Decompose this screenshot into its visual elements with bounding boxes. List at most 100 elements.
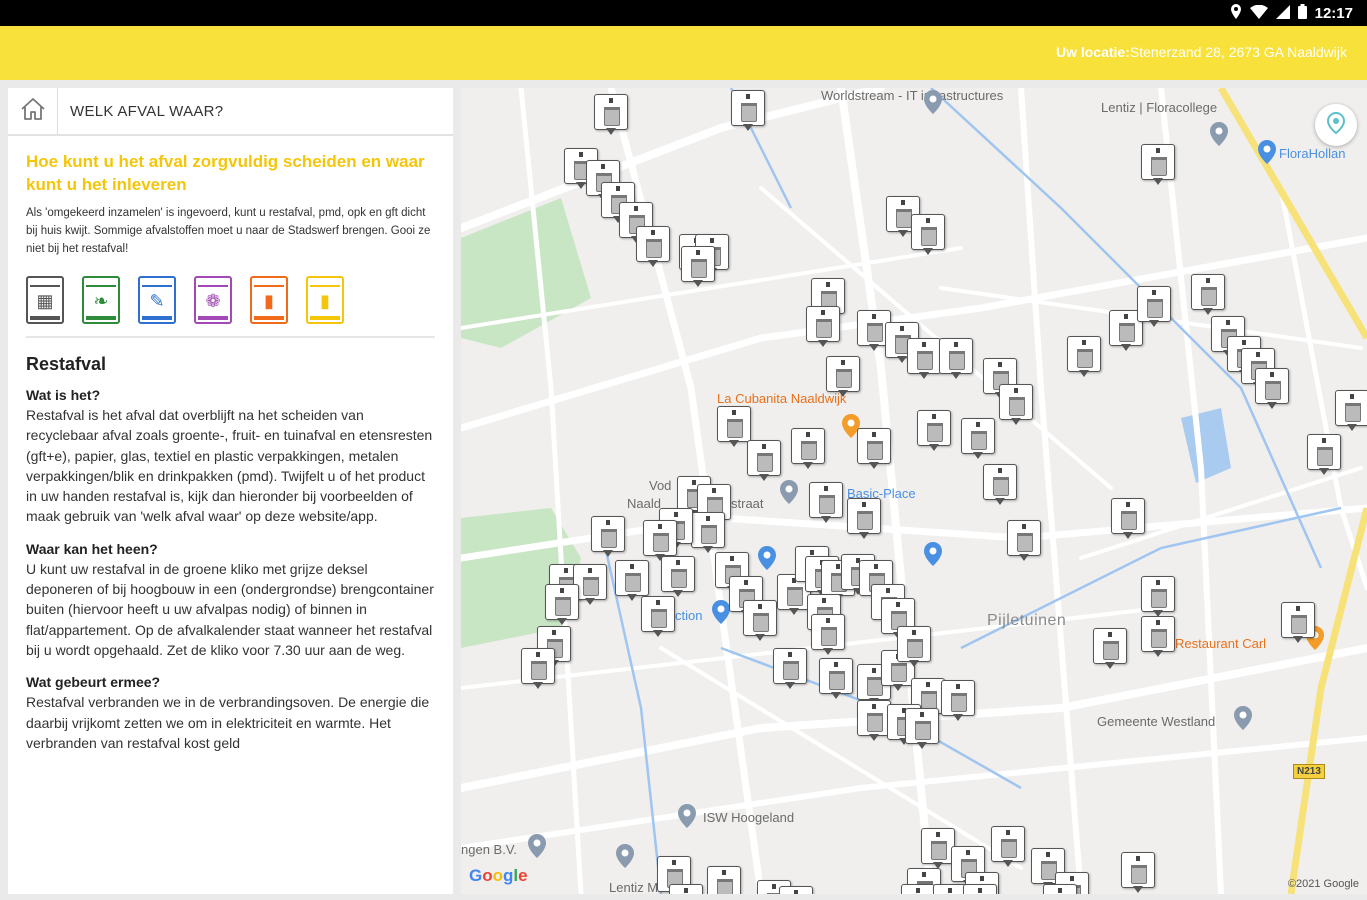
waste-bin-icon: [717, 406, 751, 442]
container-marker[interactable]: [939, 338, 973, 380]
school-pin-icon[interactable]: [677, 804, 697, 833]
shop-pin-icon[interactable]: [923, 542, 943, 571]
textile-bin-icon: ❁: [205, 291, 221, 311]
shop-pin-icon[interactable]: [757, 546, 777, 575]
school-pin-icon[interactable]: [1209, 122, 1229, 151]
shop-pin-icon[interactable]: [1257, 140, 1277, 169]
google-logo: Google: [469, 866, 528, 885]
container-marker[interactable]: [717, 406, 751, 448]
container-marker[interactable]: [999, 384, 1033, 426]
container-marker[interactable]: [811, 614, 845, 656]
map-view[interactable]: Worldstream - IT infrastructures Lentiz …: [461, 88, 1367, 894]
container-marker[interactable]: [747, 440, 781, 482]
crosshair-icon: [1325, 111, 1347, 140]
container-marker[interactable]: [1137, 286, 1171, 328]
location-pin-icon[interactable]: [615, 844, 635, 873]
container-marker[interactable]: [983, 464, 1017, 506]
container-marker[interactable]: [847, 498, 881, 540]
container-marker[interactable]: [636, 226, 670, 268]
container-marker[interactable]: [1307, 434, 1341, 476]
container-marker[interactable]: [521, 648, 555, 690]
container-marker[interactable]: [1255, 368, 1289, 410]
container-marker[interactable]: [779, 886, 813, 894]
my-location-button[interactable]: [1315, 104, 1357, 146]
location-pin-icon[interactable]: [527, 834, 547, 863]
container-marker[interactable]: [641, 596, 675, 638]
waste-category-glas[interactable]: ▮: [306, 276, 344, 324]
container-marker[interactable]: [907, 338, 941, 380]
container-marker[interactable]: [809, 482, 843, 524]
container-marker[interactable]: [1141, 144, 1175, 186]
map-label-ingen: ngen B.V.: [461, 842, 517, 857]
question-where: Waar kan het heen?: [26, 540, 158, 557]
home-button[interactable]: [8, 88, 58, 134]
container-marker[interactable]: [857, 428, 891, 470]
container-marker[interactable]: [681, 246, 715, 288]
container-marker[interactable]: [933, 884, 967, 894]
waste-bin-icon: [897, 626, 931, 662]
container-marker[interactable]: [857, 700, 891, 742]
waste-bin-icon: [1307, 434, 1341, 470]
container-marker[interactable]: [826, 356, 860, 398]
container-marker[interactable]: [897, 626, 931, 668]
waste-bin-icon: [991, 826, 1025, 862]
container-marker[interactable]: [1281, 602, 1315, 644]
status-bar: 12:17: [0, 0, 1367, 26]
location-value: Stenerzand 28, 2673 GA Naaldwijk: [1129, 44, 1347, 60]
waste-bin-icon: [643, 520, 677, 556]
container-marker[interactable]: [1141, 616, 1175, 658]
container-marker[interactable]: [594, 94, 628, 136]
container-marker[interactable]: [1191, 274, 1225, 316]
container-marker[interactable]: [806, 306, 840, 348]
government-pin-icon[interactable]: [1233, 706, 1253, 735]
container-marker[interactable]: [911, 214, 945, 256]
container-marker[interactable]: [791, 428, 825, 470]
waste-category-gft[interactable]: ❧: [82, 276, 120, 324]
glass-bin-icon: ▮: [320, 291, 330, 311]
waste-bin-icon: [961, 418, 995, 454]
container-marker[interactable]: [1067, 336, 1101, 378]
container-marker[interactable]: [731, 90, 765, 132]
shop-pin-icon[interactable]: [711, 600, 731, 629]
map-label-action: ction: [675, 608, 703, 623]
container-marker[interactable]: [691, 512, 725, 554]
container-marker[interactable]: [1111, 498, 1145, 540]
container-marker[interactable]: [917, 410, 951, 452]
container-marker[interactable]: [819, 658, 853, 700]
container-marker[interactable]: [1093, 628, 1127, 670]
container-marker[interactable]: [591, 516, 625, 558]
container-marker[interactable]: [1121, 852, 1155, 894]
container-marker[interactable]: [921, 828, 955, 870]
waste-category-papier[interactable]: ✎: [138, 276, 176, 324]
waste-category-textiel[interactable]: ❁: [194, 276, 232, 324]
container-marker[interactable]: [1335, 390, 1367, 432]
panel-header: WELK AFVAL WAAR?: [8, 88, 453, 136]
container-marker[interactable]: [963, 884, 997, 894]
waste-bin-icon: [857, 700, 891, 736]
container-marker[interactable]: [1007, 520, 1041, 562]
container-marker[interactable]: [707, 866, 741, 894]
container-marker[interactable]: [991, 826, 1025, 868]
waste-category-restafval[interactable]: ▦: [26, 276, 64, 324]
location-pin-icon[interactable]: [779, 480, 799, 509]
container-marker[interactable]: [545, 584, 579, 626]
container-marker[interactable]: [669, 884, 703, 894]
map-pin-icon[interactable]: [923, 90, 943, 119]
container-marker[interactable]: [905, 708, 939, 750]
container-marker[interactable]: [941, 680, 975, 722]
container-marker[interactable]: [901, 884, 935, 894]
waste-bin-icon: [819, 658, 853, 694]
container-marker[interactable]: [661, 556, 695, 598]
panel-title: WELK AFVAL WAAR?: [70, 102, 224, 120]
container-marker[interactable]: [773, 648, 807, 690]
leaf-bin-icon: ❧: [93, 291, 109, 311]
container-marker[interactable]: [961, 418, 995, 460]
waste-bin-icon: [907, 338, 941, 374]
answer-where: U kunt uw restafval in de groene kliko m…: [26, 560, 434, 658]
waste-bin-icon: [1043, 884, 1077, 894]
container-marker[interactable]: [743, 600, 777, 642]
container-marker[interactable]: [1141, 576, 1175, 618]
container-marker[interactable]: [1043, 884, 1077, 894]
waste-bin-icon: [591, 516, 625, 552]
waste-category-pmd[interactable]: ▮: [250, 276, 288, 324]
